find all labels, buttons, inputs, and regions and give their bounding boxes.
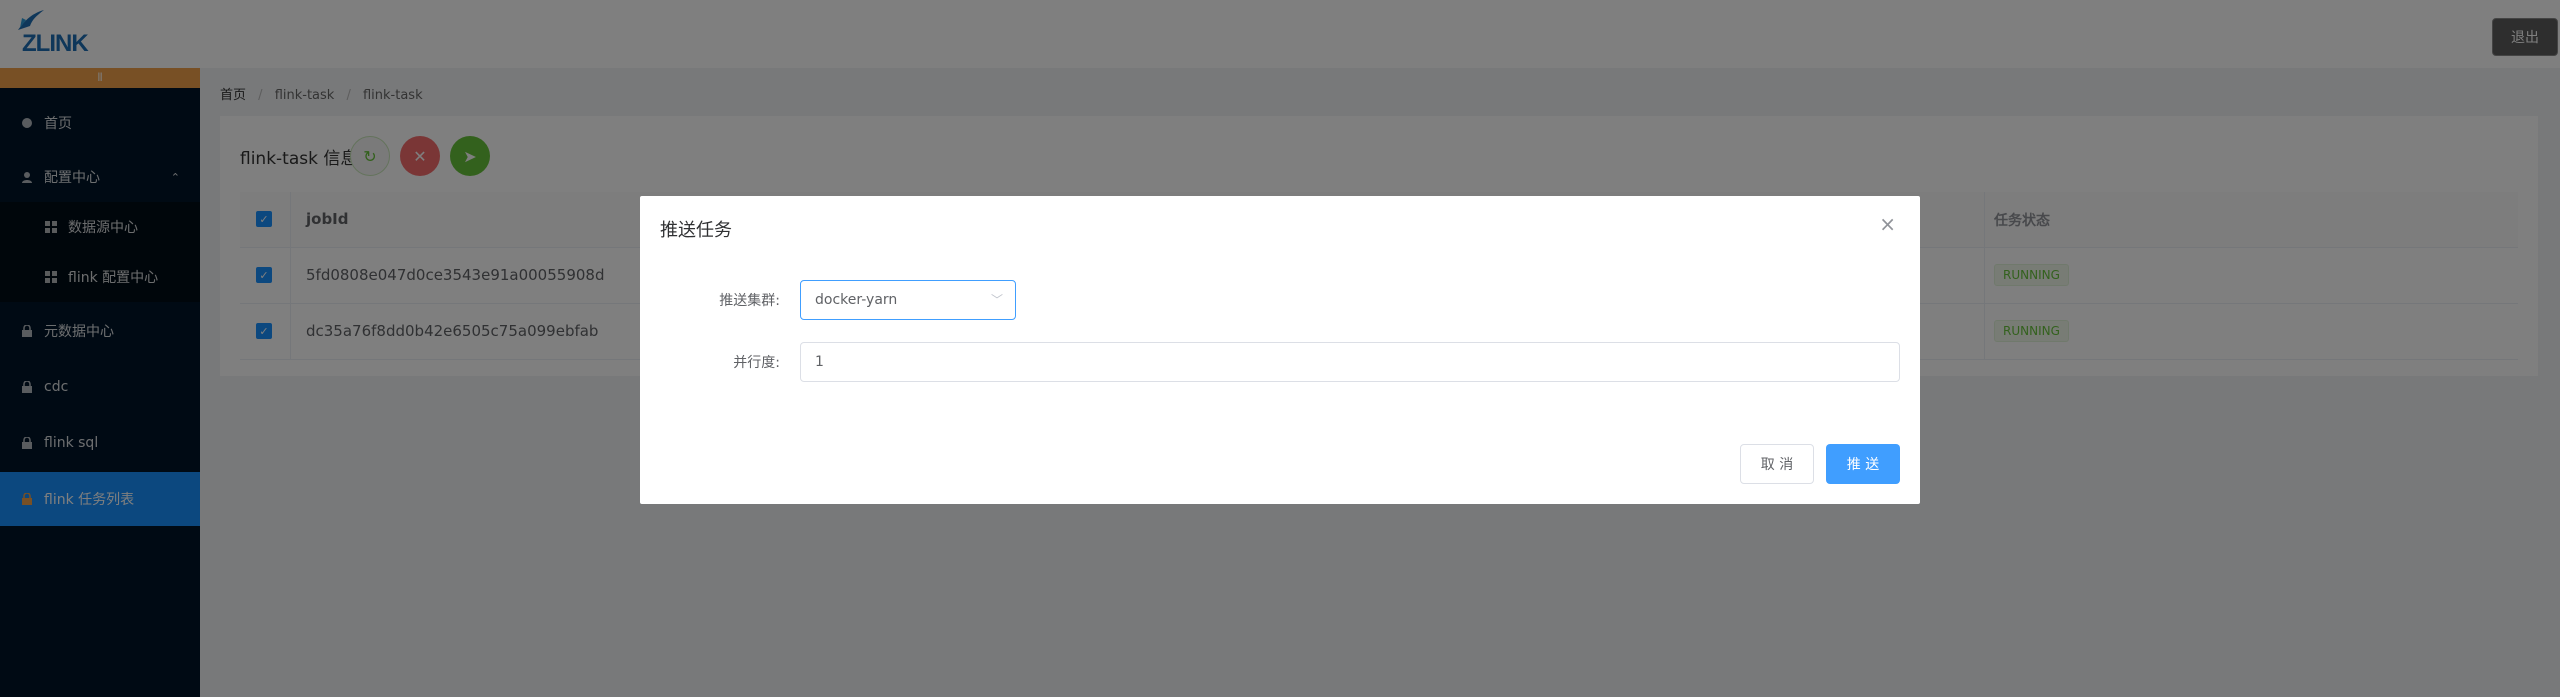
cluster-select[interactable]: docker-yarn ﹀ — [800, 280, 1016, 320]
cluster-select-value: docker-yarn — [815, 292, 898, 308]
chevron-down-icon: ﹀ — [990, 293, 1003, 307]
cancel-button[interactable]: 取 消 — [1740, 444, 1814, 484]
parallelism-label: 并行度: — [733, 355, 780, 371]
parallelism-input[interactable]: 1 — [800, 342, 1900, 382]
cluster-label: 推送集群: — [719, 293, 780, 309]
parallelism-value: 1 — [815, 354, 824, 370]
close-icon[interactable]: × — [1879, 212, 1896, 236]
push-button[interactable]: 推 送 — [1826, 444, 1900, 484]
dialog-title: 推送任务 — [660, 220, 732, 241]
push-task-dialog: 推送任务 × 推送集群: docker-yarn ﹀ 并行度: 1 取 消 推 … — [640, 196, 1920, 504]
